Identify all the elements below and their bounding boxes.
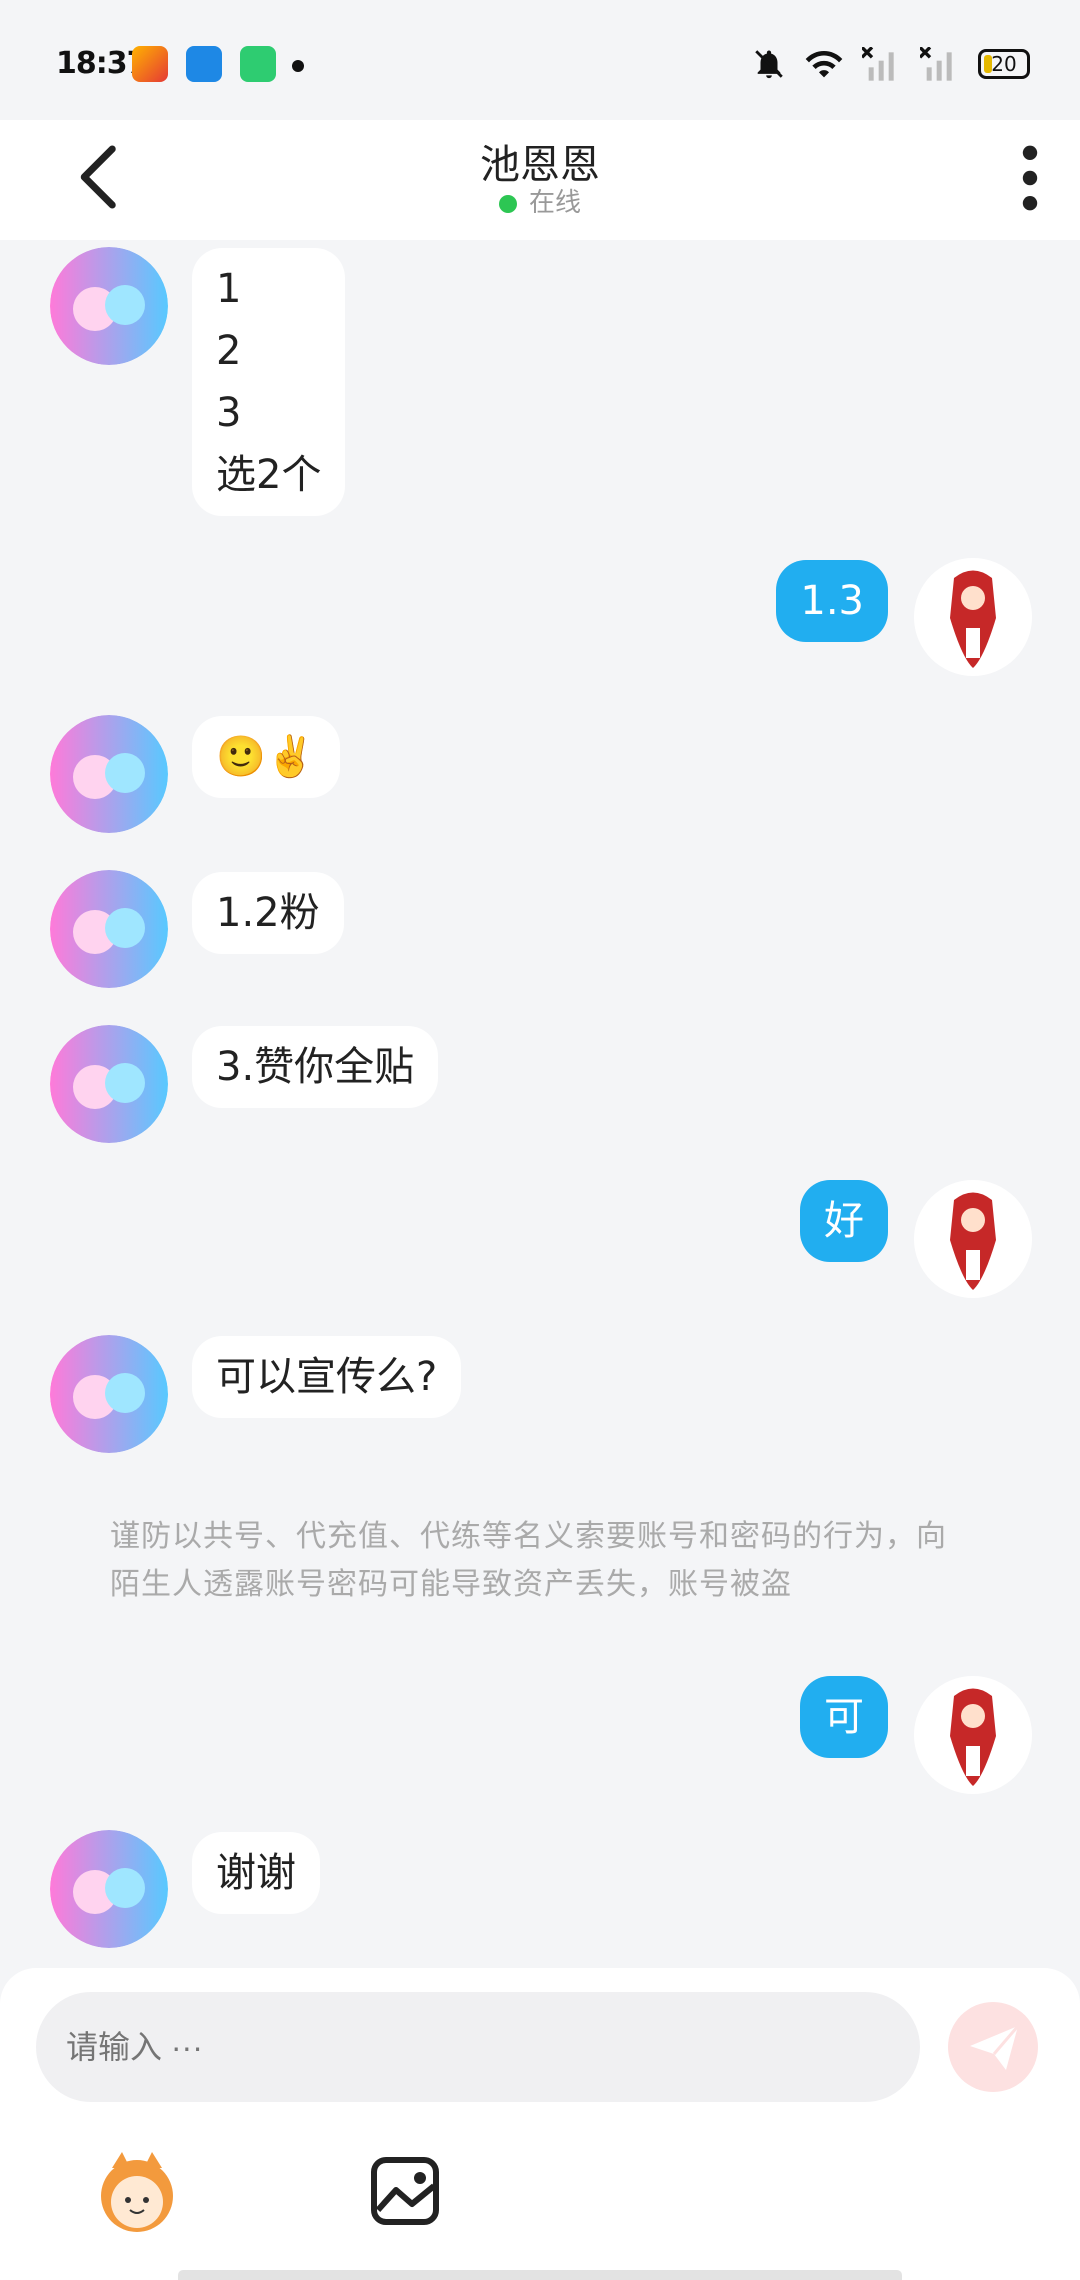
my-avatar[interactable] bbox=[914, 1676, 1032, 1794]
message-bubble-incoming[interactable]: 🙂✌️ bbox=[192, 716, 340, 798]
wifi-icon bbox=[805, 50, 843, 78]
image-picker-button[interactable] bbox=[360, 2146, 450, 2236]
message-bubble-incoming[interactable]: 谢谢 bbox=[192, 1832, 320, 1914]
message-list[interactable]: 1 2 3 选2个 1.3 🙂✌️ 1.2粉 3.赞你全贴 好 可以宣传么? 谨… bbox=[0, 240, 1080, 1970]
emoji-sticker-button[interactable] bbox=[92, 2146, 182, 2236]
contact-avatar[interactable] bbox=[50, 1830, 168, 1948]
battery-icon: 20 bbox=[978, 49, 1030, 79]
battery-level: 20 bbox=[991, 52, 1017, 76]
signal-icon bbox=[862, 47, 894, 81]
send-button[interactable] bbox=[948, 2002, 1038, 2092]
contact-avatar[interactable] bbox=[50, 715, 168, 833]
more-options-icon[interactable] bbox=[1010, 142, 1050, 214]
notification-dot-icon bbox=[292, 60, 304, 72]
message-bubble-incoming[interactable]: 1.2粉 bbox=[192, 872, 344, 954]
message-bubble-incoming[interactable]: 可以宣传么? bbox=[192, 1336, 462, 1418]
message-bubble-incoming[interactable]: 3.赞你全贴 bbox=[192, 1026, 439, 1108]
message-composer bbox=[0, 1968, 1080, 2280]
android-app-icon bbox=[240, 46, 276, 82]
notes-app-icon bbox=[186, 46, 222, 82]
mascot-sticker-icon bbox=[101, 2152, 173, 2232]
message-bubble-incoming[interactable]: 1 2 3 选2个 bbox=[192, 248, 346, 516]
signal-icon-2 bbox=[920, 47, 952, 81]
security-notice: 谨防以共号、代充值、代练等名义索要账号和密码的行为，向陌生人透露账号密码可能导致… bbox=[110, 1519, 947, 1602]
message-bubble-outgoing[interactable]: 好 bbox=[800, 1180, 888, 1262]
message-bubble-outgoing[interactable]: 可 bbox=[800, 1676, 888, 1758]
mute-bell-icon bbox=[755, 50, 783, 79]
contact-avatar[interactable] bbox=[50, 870, 168, 988]
status-bar: 18:37 20 bbox=[0, 0, 1080, 120]
chat-header: 池恩恩 在线 bbox=[0, 120, 1080, 240]
my-avatar[interactable] bbox=[914, 558, 1032, 676]
send-icon bbox=[970, 2025, 1020, 2070]
image-icon bbox=[371, 2157, 439, 2225]
home-indicator bbox=[178, 2270, 902, 2280]
video-app-icon bbox=[132, 46, 168, 82]
online-status: 在线 bbox=[0, 182, 1080, 219]
contact-avatar[interactable] bbox=[50, 1335, 168, 1453]
message-input[interactable] bbox=[36, 1992, 920, 2102]
contact-avatar[interactable] bbox=[50, 1025, 168, 1143]
online-dot-icon bbox=[498, 194, 517, 213]
contact-avatar[interactable] bbox=[50, 247, 168, 365]
message-bubble-outgoing[interactable]: 1.3 bbox=[776, 560, 888, 642]
online-label: 在线 bbox=[528, 188, 581, 218]
my-avatar[interactable] bbox=[914, 1180, 1032, 1298]
